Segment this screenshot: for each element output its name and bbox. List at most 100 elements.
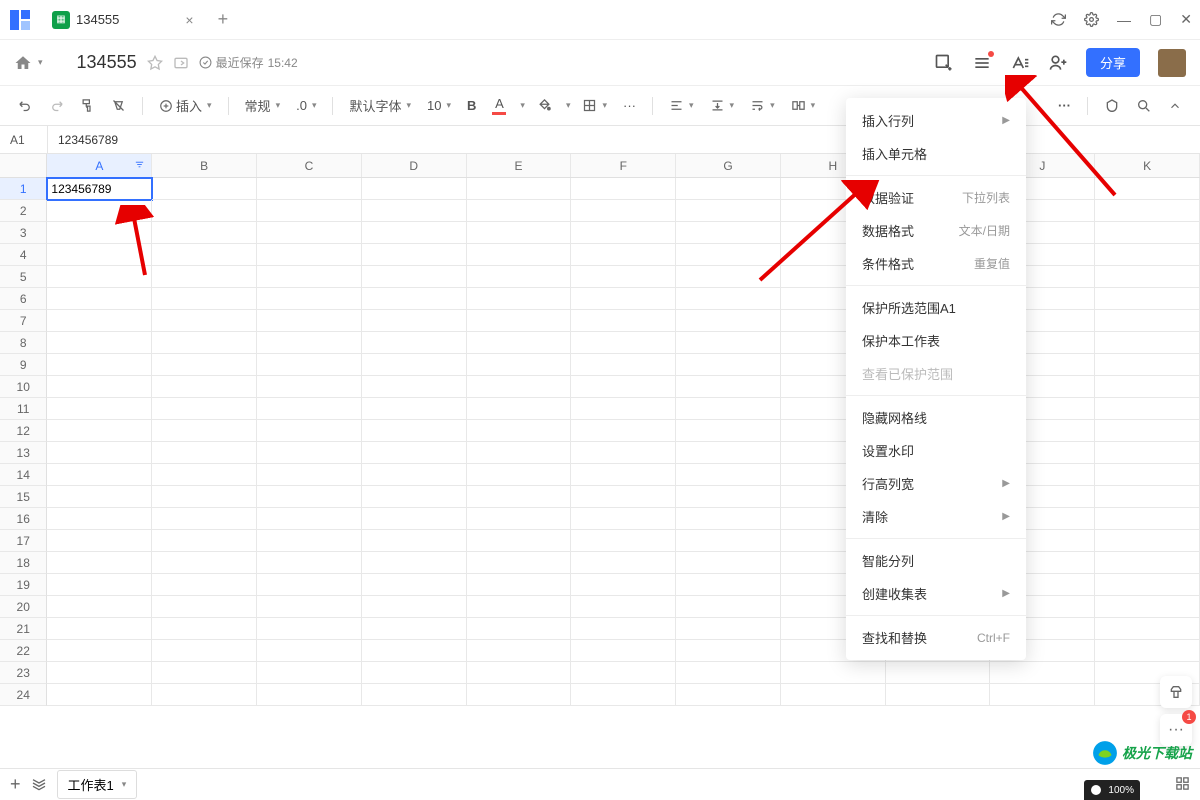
- cell[interactable]: [676, 376, 781, 398]
- cell[interactable]: [676, 618, 781, 640]
- menu-set-watermark[interactable]: 设置水印: [846, 434, 1026, 467]
- cell[interactable]: [47, 618, 152, 640]
- cell[interactable]: [362, 684, 467, 706]
- cell[interactable]: [571, 552, 676, 574]
- column-header-A[interactable]: A: [47, 154, 152, 177]
- text-color-button[interactable]: A: [488, 93, 510, 118]
- cell[interactable]: [152, 442, 257, 464]
- cell[interactable]: [152, 288, 257, 310]
- cell[interactable]: [467, 420, 572, 442]
- sheet-tab[interactable]: 工作表1 ▾: [57, 770, 138, 799]
- cell[interactable]: [1095, 288, 1200, 310]
- cell[interactable]: [362, 332, 467, 354]
- cell[interactable]: [1095, 596, 1200, 618]
- cell[interactable]: [362, 310, 467, 332]
- cell[interactable]: [152, 552, 257, 574]
- cell[interactable]: [571, 200, 676, 222]
- cell[interactable]: [47, 244, 152, 266]
- cell[interactable]: [571, 222, 676, 244]
- cell[interactable]: [257, 618, 362, 640]
- cell[interactable]: [362, 596, 467, 618]
- align-v-button[interactable]: ▾: [706, 95, 739, 116]
- cell[interactable]: [47, 442, 152, 464]
- sync-icon[interactable]: [1051, 12, 1066, 27]
- home-button[interactable]: ▾: [14, 54, 43, 72]
- cell[interactable]: [571, 244, 676, 266]
- cell[interactable]: [1095, 354, 1200, 376]
- cell[interactable]: [1095, 552, 1200, 574]
- grid-view-icon[interactable]: [1175, 776, 1190, 794]
- cell[interactable]: [362, 200, 467, 222]
- cell[interactable]: [152, 200, 257, 222]
- cell[interactable]: [467, 398, 572, 420]
- cell[interactable]: [362, 508, 467, 530]
- row-header[interactable]: 23: [0, 662, 47, 684]
- cell[interactable]: 123456789: [47, 178, 152, 200]
- cell[interactable]: [152, 486, 257, 508]
- cell[interactable]: [571, 464, 676, 486]
- cell[interactable]: [1095, 266, 1200, 288]
- cell[interactable]: [1095, 376, 1200, 398]
- cell[interactable]: [781, 662, 886, 684]
- cell[interactable]: [571, 596, 676, 618]
- cell[interactable]: [467, 266, 572, 288]
- cell[interactable]: [257, 354, 362, 376]
- row-header[interactable]: 8: [0, 332, 47, 354]
- cell[interactable]: [152, 508, 257, 530]
- cell[interactable]: [676, 420, 781, 442]
- cell[interactable]: [571, 288, 676, 310]
- cell[interactable]: [781, 684, 886, 706]
- cell[interactable]: [257, 376, 362, 398]
- cell[interactable]: [571, 640, 676, 662]
- cell[interactable]: [362, 420, 467, 442]
- cell[interactable]: [152, 596, 257, 618]
- column-header-B[interactable]: B: [152, 154, 257, 177]
- cell[interactable]: [47, 508, 152, 530]
- cell[interactable]: [676, 310, 781, 332]
- cell[interactable]: [257, 420, 362, 442]
- cell-reference-box[interactable]: A1: [0, 126, 48, 153]
- sheet-list-button[interactable]: [31, 775, 47, 794]
- row-header[interactable]: 11: [0, 398, 47, 420]
- filter-icon[interactable]: [134, 159, 145, 173]
- redo-button[interactable]: [45, 95, 68, 116]
- cell[interactable]: [676, 266, 781, 288]
- cell[interactable]: [362, 574, 467, 596]
- cell[interactable]: [47, 574, 152, 596]
- cell[interactable]: [467, 288, 572, 310]
- cell[interactable]: [467, 552, 572, 574]
- document-tab[interactable]: ▦ 134555 ×: [44, 5, 204, 35]
- menu-protect-range[interactable]: 保护所选范围A1: [846, 291, 1026, 324]
- cell[interactable]: [1095, 332, 1200, 354]
- cell[interactable]: [886, 684, 991, 706]
- select-all-corner[interactable]: [0, 154, 47, 177]
- cell[interactable]: [257, 464, 362, 486]
- cell[interactable]: [467, 662, 572, 684]
- cell[interactable]: [676, 288, 781, 310]
- cell[interactable]: [152, 332, 257, 354]
- menu-clear[interactable]: 清除▶: [846, 500, 1026, 533]
- cell[interactable]: [257, 574, 362, 596]
- menu-create-form[interactable]: 创建收集表▶: [846, 577, 1026, 610]
- cell[interactable]: [467, 244, 572, 266]
- cell[interactable]: [676, 244, 781, 266]
- cell[interactable]: [257, 398, 362, 420]
- cell[interactable]: [257, 178, 362, 200]
- menu-hide-gridlines[interactable]: 隐藏网格线: [846, 401, 1026, 434]
- column-header-D[interactable]: D: [362, 154, 467, 177]
- new-tab-button[interactable]: +: [218, 9, 229, 30]
- cell[interactable]: [467, 530, 572, 552]
- cell[interactable]: [571, 332, 676, 354]
- cell[interactable]: [257, 266, 362, 288]
- cell[interactable]: [362, 464, 467, 486]
- cell[interactable]: [1095, 310, 1200, 332]
- cell[interactable]: [467, 200, 572, 222]
- cell[interactable]: [467, 354, 572, 376]
- insert-dropdown[interactable]: 插入▾: [155, 93, 216, 118]
- undo-button[interactable]: [14, 95, 37, 116]
- cell[interactable]: [1095, 530, 1200, 552]
- cell[interactable]: [152, 640, 257, 662]
- font-size-dropdown[interactable]: 10▾: [423, 95, 455, 116]
- cell[interactable]: [362, 244, 467, 266]
- font-family-dropdown[interactable]: 默认字体▾: [345, 93, 415, 118]
